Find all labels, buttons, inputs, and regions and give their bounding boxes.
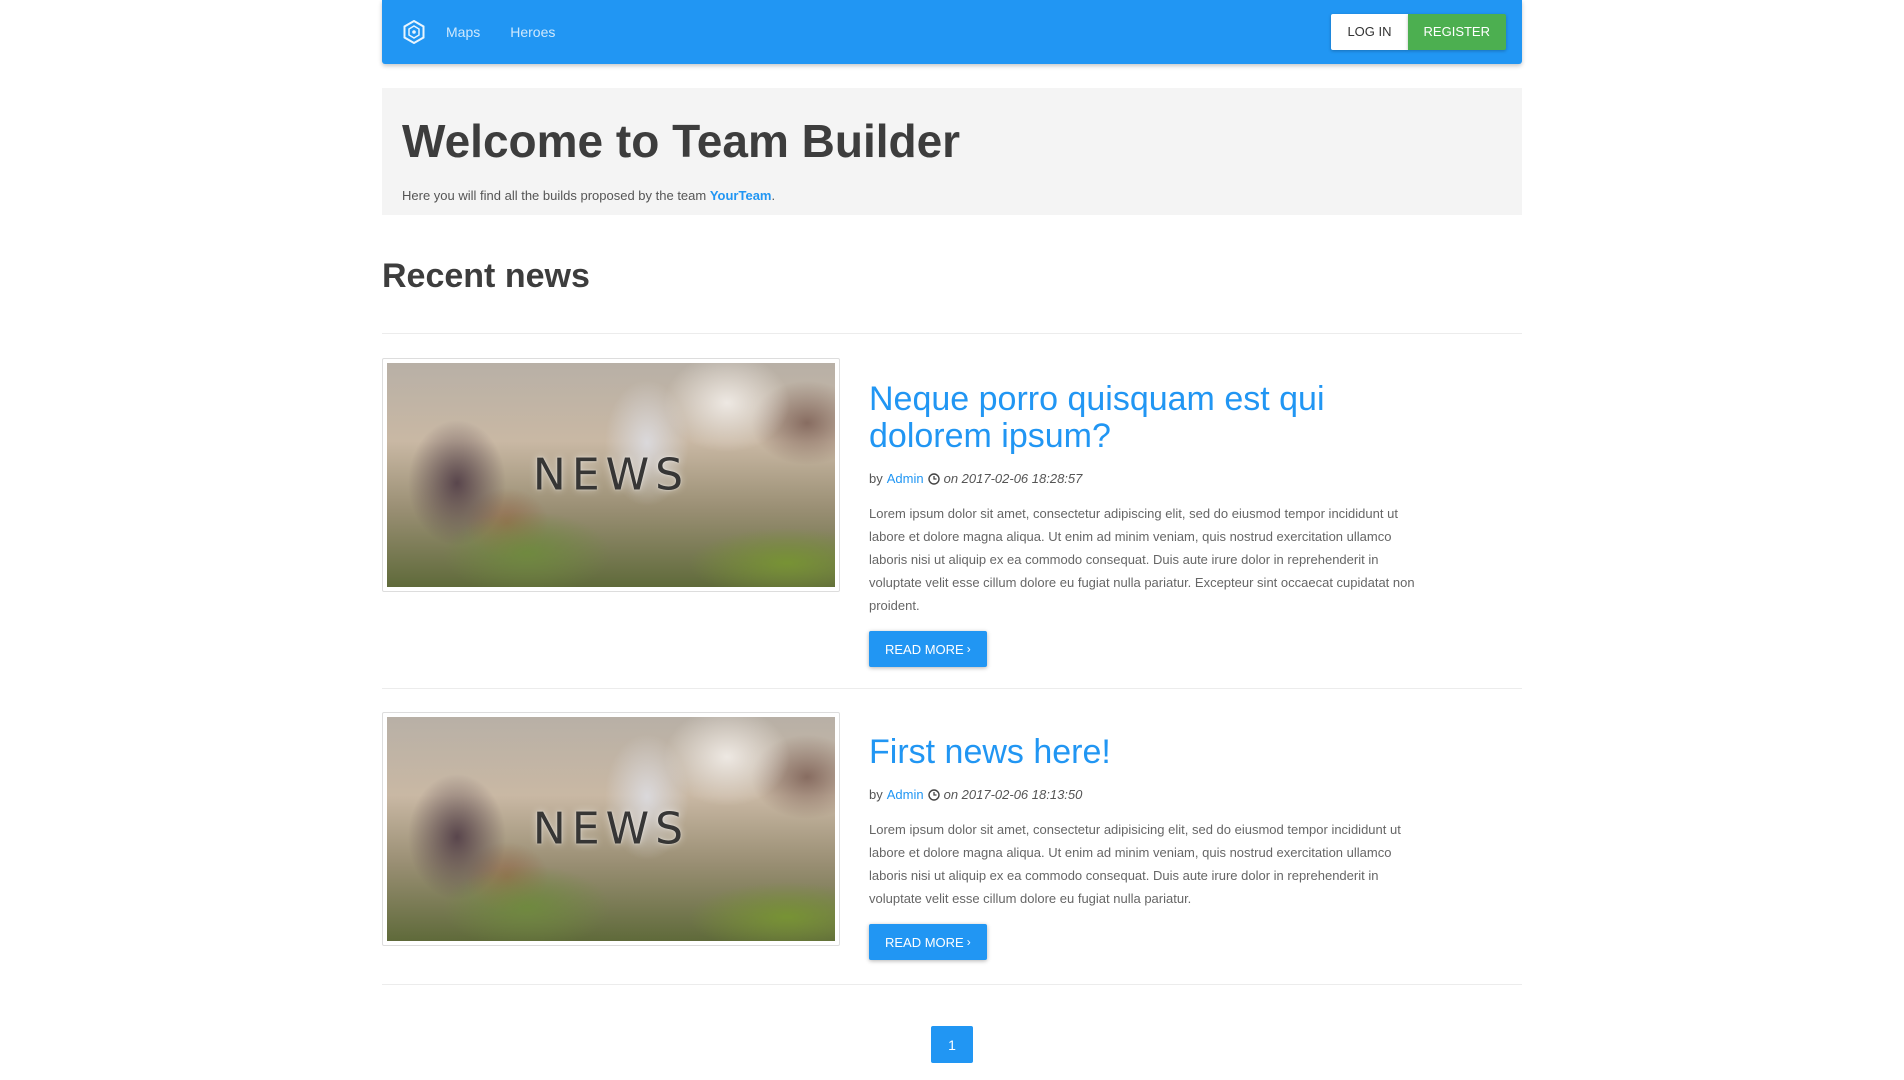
news-post-body: Neque porro quisquam est qui dolorem ips… <box>869 381 1429 667</box>
hexagon-logo-icon <box>403 20 425 44</box>
news-thumbnail-image: NEWS <box>387 363 835 587</box>
news-title[interactable]: First news here! <box>869 734 1429 771</box>
page-container: Maps Heroes LOG IN REGISTER Welcome to T… <box>382 0 1522 1063</box>
post-meta: by Admin on 2017-02-06 18:28:57 <box>869 471 1429 486</box>
welcome-text: Here you will find all the builds propos… <box>402 188 1502 203</box>
post-date: on 2017-02-06 18:28:57 <box>943 471 1083 486</box>
chevron-right-icon: › <box>966 642 971 656</box>
read-more-button[interactable]: READ MORE › <box>869 631 987 667</box>
thumbnail-text: NEWS <box>532 449 690 501</box>
register-button[interactable]: REGISTER <box>1407 14 1506 50</box>
clock-icon <box>927 472 940 485</box>
brand-logo[interactable] <box>382 0 446 64</box>
news-title[interactable]: Neque porro quisquam est qui dolorem ips… <box>869 381 1429 455</box>
clock-icon <box>927 788 940 801</box>
thumbnail-text: NEWS <box>532 803 690 855</box>
news-thumbnail[interactable]: NEWS <box>382 712 840 946</box>
team-link[interactable]: YourTeam <box>710 188 772 203</box>
news-post: NEWS First news here! by Admin on 2017-0… <box>382 689 1522 984</box>
news-thumbnail-image: NEWS <box>387 717 835 941</box>
author-link[interactable]: Admin <box>887 787 924 802</box>
by-label: by <box>869 787 883 802</box>
nav-link-heroes[interactable]: Heroes <box>510 24 555 40</box>
news-post-body: First news here! by Admin on 2017-02-06 … <box>869 734 1429 960</box>
welcome-jumbotron: Welcome to Team Builder Here you will fi… <box>382 88 1522 215</box>
post-excerpt: Lorem ipsum dolor sit amet, consectetur … <box>869 822 1401 906</box>
news-post: NEWS Neque porro quisquam est qui dolore… <box>382 334 1522 688</box>
auth-buttons: LOG IN REGISTER <box>1331 14 1506 50</box>
page-title: Welcome to Team Builder <box>402 115 961 167</box>
navbar: Maps Heroes LOG IN REGISTER <box>382 0 1522 64</box>
post-excerpt: Lorem ipsum dolor sit amet, consectetur … <box>869 506 1415 613</box>
read-more-label: READ MORE <box>885 934 964 950</box>
pagination-page-1[interactable]: 1 <box>931 1026 973 1063</box>
read-more-label: READ MORE <box>885 641 964 657</box>
read-more-button[interactable]: READ MORE › <box>869 924 987 960</box>
author-link[interactable]: Admin <box>887 471 924 486</box>
by-label: by <box>869 471 883 486</box>
post-meta: by Admin on 2017-02-06 18:13:50 <box>869 787 1429 802</box>
welcome-text-before: Here you will find all the builds propos… <box>402 188 710 203</box>
recent-news-title: Recent news <box>382 257 590 295</box>
welcome-text-after: . <box>771 188 776 203</box>
nav-link-maps[interactable]: Maps <box>446 24 480 40</box>
news-thumbnail[interactable]: NEWS <box>382 358 840 592</box>
divider <box>382 984 1522 985</box>
chevron-right-icon: › <box>966 935 971 949</box>
post-date: on 2017-02-06 18:13:50 <box>943 787 1083 802</box>
login-button[interactable]: LOG IN <box>1331 14 1408 50</box>
